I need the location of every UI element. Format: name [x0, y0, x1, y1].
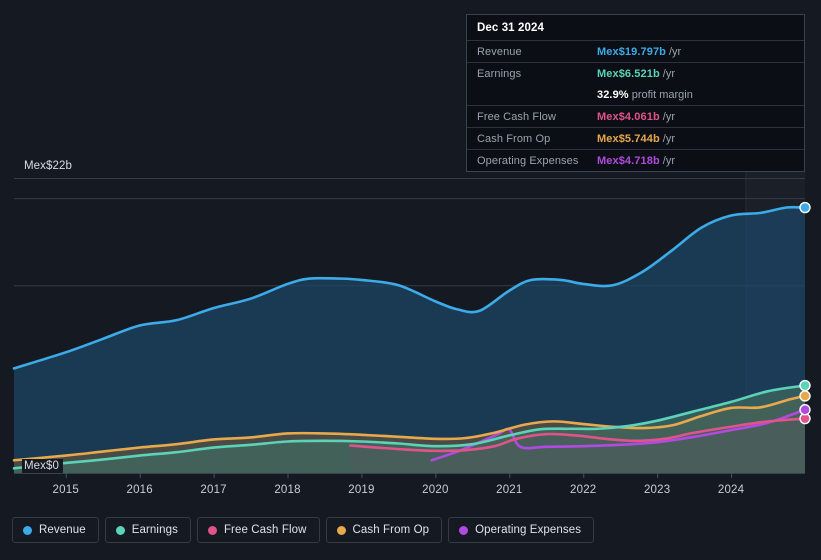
tooltip-row-key: Cash From Op [477, 132, 551, 145]
x-axis-tick-2018: 2018 [274, 484, 301, 496]
legend-color-dot-icon [459, 525, 469, 535]
legend-item-label: Earnings [131, 524, 178, 536]
tooltip-value-suffix: /yr [662, 110, 675, 123]
endpoint-revenue[interactable] [799, 201, 811, 214]
tooltip-row-key: Earnings [477, 67, 522, 80]
x-axis-tick-2017: 2017 [200, 484, 227, 496]
tooltip-value-suffix: /yr [662, 154, 675, 167]
data-tooltip-card: Dec 31 2024 Revenue Mex$19.797b/yr Earning… [466, 14, 805, 172]
y-axis-label-zero: Mex$0 [22, 459, 64, 473]
y-axis-label-max: Mex$22b [22, 159, 77, 173]
tooltip-row-key: Operating Expenses [477, 154, 579, 167]
legend-color-dot-icon [23, 525, 32, 535]
tooltip-row: Operating Expenses Mex$4.718b/yr [467, 149, 804, 171]
tooltip-value-suffix: /yr [668, 45, 682, 58]
tooltip-row-value: 32.9% profit margin [597, 89, 693, 101]
tooltip-row: Revenue Mex$19.797b/yr [467, 40, 804, 62]
tooltip-row-value: Mex$6.521b/yr [597, 68, 675, 80]
endpoint-earnings[interactable] [799, 379, 811, 392]
legend-color-dot-icon [115, 525, 125, 535]
x-axis-tick-2019: 2019 [348, 484, 375, 496]
x-axis-tick-2023: 2023 [643, 484, 671, 496]
tooltip-row-value: Mex$4.718b/yr [597, 155, 675, 167]
x-axis-tick-2020: 2020 [422, 484, 449, 496]
tooltip-row-key: Revenue [477, 45, 522, 58]
tooltip-value-suffix: profit margin [631, 88, 693, 101]
x-axis-tick-2015: 2015 [52, 484, 79, 496]
tooltip-value-text: Mex$19.797b [597, 45, 666, 58]
tooltip-row: Cash From Op Mex$5.744b/yr [467, 127, 804, 149]
legend-item-earnings[interactable]: Earnings [104, 517, 191, 543]
legend-item-label: Revenue [39, 524, 86, 536]
tooltip-row-list: Revenue Mex$19.797b/yr Earnings Mex$6.521b /… [467, 40, 804, 171]
tooltip-row-value: Mex$5.744b/yr [597, 133, 675, 145]
chart-legend[interactable]: Revenue Earnings Free Cash Flow Cash From O… [12, 517, 595, 543]
x-axis-tick-2022: 2022 [570, 484, 597, 496]
tooltip-row-key: Free Cash Flow [477, 110, 557, 123]
x-axis-tick-2024: 2024 [717, 484, 745, 496]
endpoint-operating-expenses[interactable] [799, 404, 811, 416]
legend-item-label: Operating Expenses [475, 524, 582, 536]
tooltip-row-value: Mex$4.061b/yr [597, 111, 675, 123]
financial-area-chart: Mex$22b Mex$0 2015 2016 2017 2018 2019 2020 20… [0, 0, 821, 560]
tooltip-value-text: 32.9% [597, 88, 629, 101]
legend-item-label: Cash From Op [352, 524, 430, 536]
tooltip-row: Free Cash Flow Mex$4.061b/yr [467, 105, 804, 127]
endpoint-cash-from-op[interactable] [799, 390, 811, 402]
legend-item-free-cash-flow[interactable]: Free Cash Flow [196, 517, 320, 543]
legend-item-operating-expenses[interactable]: Operating Expenses [448, 517, 595, 543]
tooltip-date: Dec 31 2024 [477, 22, 544, 34]
legend-item-cash-from-op[interactable]: Cash From Op [325, 517, 443, 543]
legend-color-dot-icon [207, 525, 217, 535]
tooltip-value-text: Mex$4.718b [597, 154, 660, 167]
tooltip-row: 32.9% profit margin [467, 84, 804, 105]
tooltip-row-value: Mex$19.797b/yr [597, 46, 681, 58]
tooltip-value-text: Mex$4.061b [597, 110, 660, 123]
legend-item-label: Free Cash Flow [223, 524, 307, 536]
x-axis-tick-row: 2015 2016 2017 2018 2019 2020 2021 2022 2023 2024 [0, 484, 821, 500]
tooltip-row: Earnings Mex$6.521b/yr [467, 62, 804, 84]
tooltip-value-suffix: /yr [662, 132, 675, 145]
legend-item-revenue[interactable]: Revenue [12, 517, 99, 543]
tooltip-value-suffix: /yr [662, 67, 675, 80]
tooltip-value-text: Mex$5.744b [597, 132, 660, 145]
legend-color-dot-icon [336, 525, 346, 535]
x-axis-tick-2016: 2016 [126, 484, 153, 496]
tooltip-value-text: Mex$6.521b [597, 67, 660, 80]
x-axis-tick-2021: 2021 [496, 484, 523, 496]
